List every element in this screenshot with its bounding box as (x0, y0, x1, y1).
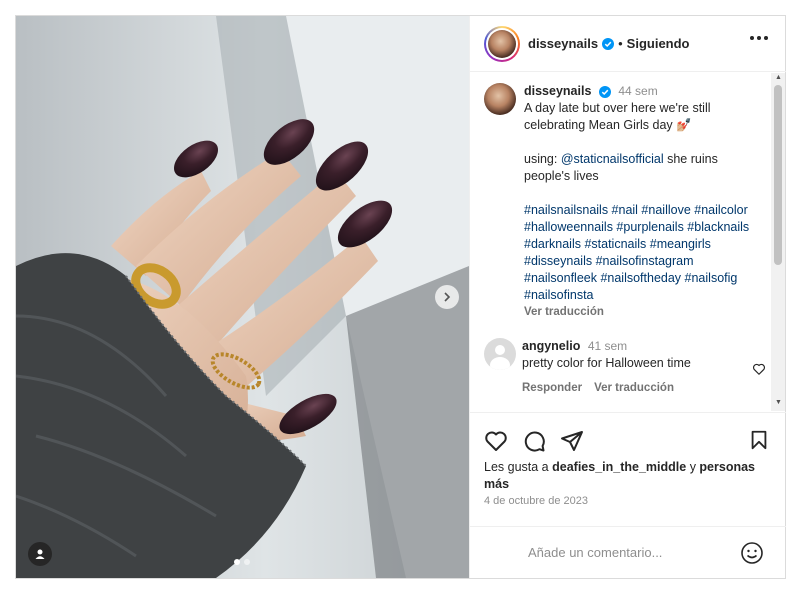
using-label: using: (524, 152, 558, 166)
more-options-icon[interactable] (750, 36, 768, 40)
likes-summary: Les gusta a deafies_in_the_middle y pers… (484, 459, 764, 493)
add-comment-bar: Añade un comentario... (470, 526, 786, 578)
next-photo-button[interactable] (435, 285, 459, 309)
caption-time[interactable]: 44 sem (618, 84, 657, 98)
heart-icon[interactable] (484, 429, 508, 453)
mention-link[interactable]: @staticnailsofficial (561, 152, 664, 166)
caption: disseynails 44 sem A day late but over h… (484, 83, 764, 321)
post-modal: disseynails • Siguiendo disseynails 44 s… (15, 15, 786, 579)
scroll-down-icon[interactable]: ▼ (775, 399, 782, 406)
caption-username[interactable]: disseynails (524, 84, 591, 98)
scroll-thumb[interactable] (774, 85, 782, 265)
post-sidebar: disseynails • Siguiendo disseynails 44 s… (469, 16, 786, 578)
comment-like-icon[interactable] (752, 362, 766, 376)
comment-translate-link[interactable]: Ver traducción (594, 380, 674, 397)
carousel-dot (244, 559, 250, 565)
default-avatar[interactable] (484, 338, 516, 370)
carousel-indicator (234, 559, 250, 565)
following-button[interactable]: Siguiendo (627, 36, 690, 51)
story-ring[interactable] (484, 25, 520, 62)
comment-item: angynelio 41 sem pretty color for Hallow… (484, 338, 770, 397)
post-photo (16, 16, 469, 578)
caption-avatar[interactable] (484, 83, 516, 115)
chevron-right-icon (444, 292, 451, 302)
post-date[interactable]: 4 de octubre de 2023 (484, 495, 588, 507)
comments-scrollbar[interactable]: ▲ ▼ (771, 73, 785, 411)
avatar (488, 29, 516, 58)
separator: • (618, 36, 623, 51)
comment-text: pretty color for Halloween time (522, 356, 691, 370)
likes-prefix: Les gusta a (484, 460, 549, 474)
header-username[interactable]: disseynails (528, 36, 598, 51)
bookmark-icon[interactable] (748, 429, 770, 451)
verified-badge-icon (602, 37, 615, 50)
tagged-users-button[interactable] (28, 542, 52, 566)
caption-using: using: @staticnailsofficial she ruins pe… (524, 151, 762, 185)
post-media[interactable] (16, 16, 469, 578)
scroll-up-icon[interactable]: ▲ (775, 74, 782, 81)
action-bar: Les gusta a deafies_in_the_middle y pers… (470, 412, 786, 526)
hashtags[interactable]: #nailsnailsnails #nail #naillove #nailco… (524, 202, 762, 304)
comment-time[interactable]: 41 sem (588, 339, 627, 353)
carousel-dot-active (234, 559, 240, 565)
liked-by-user[interactable]: deafies_in_the_middle (552, 460, 686, 474)
share-icon[interactable] (560, 429, 584, 453)
comment-icon[interactable] (522, 429, 546, 453)
comment-username[interactable]: angynelio (522, 339, 580, 353)
comment-input[interactable]: Añade un comentario... (528, 545, 662, 560)
reply-button[interactable]: Responder (522, 380, 582, 397)
user-tag-icon (35, 549, 45, 559)
emoji-icon[interactable] (740, 541, 764, 565)
caption-text: A day late but over here we're still cel… (524, 101, 711, 132)
see-translation-link[interactable]: Ver traducción (524, 304, 762, 321)
likes-connector: y (689, 460, 696, 474)
comments-section[interactable]: disseynails 44 sem A day late but over h… (470, 73, 786, 411)
post-header: disseynails • Siguiendo (470, 16, 786, 72)
verified-badge-icon (598, 85, 611, 98)
